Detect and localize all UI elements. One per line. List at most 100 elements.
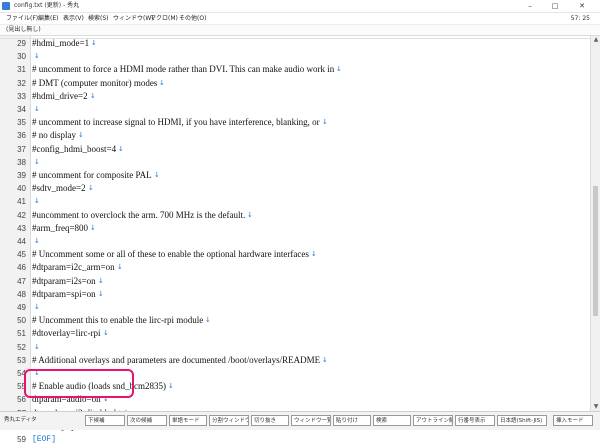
minimize-button[interactable]: –	[520, 0, 540, 12]
newline-icon: ↓	[34, 157, 40, 166]
heading-bar: (見出し無し)	[0, 25, 600, 36]
newline-icon: ↓	[205, 316, 211, 325]
newline-icon: ↓	[322, 118, 328, 127]
editor-line[interactable]: 29 #hdmi_mode=1 ↓	[0, 37, 590, 50]
editor-line[interactable]: 42 #uncomment to overclock the arm. 700 M…	[0, 209, 590, 222]
maximize-button[interactable]: □	[545, 0, 565, 12]
status-encoding[interactable]: 日本語(Shift-JIS)	[497, 415, 547, 426]
line-text: #config_hdmi_boost=4	[32, 143, 117, 154]
line-text: #dtparam=i2c_arm=on	[32, 262, 115, 273]
line-text: #dtoverlay=lirc-rpi	[32, 328, 101, 339]
menu-view[interactable]: 表示(V)	[63, 13, 84, 24]
line-number: 50	[17, 316, 26, 326]
editor-line[interactable]: 53 # Additional overlays and parameters a…	[0, 354, 590, 367]
newline-icon: ↓	[34, 237, 40, 245]
status-prev-candidate[interactable]: 下候補	[85, 415, 125, 426]
editor-line[interactable]: 47 #dtparam=i2s=on ↓	[0, 275, 590, 288]
newline-icon: ↓	[34, 52, 40, 61]
menu-file[interactable]: ファイル(F)	[6, 13, 38, 24]
menu-other[interactable]: その他(O)	[179, 13, 206, 24]
newline-icon: ↓	[88, 184, 94, 193]
status-next-candidate[interactable]: 次の候補	[127, 415, 167, 426]
status-search[interactable]: 検索	[373, 415, 411, 426]
status-line-number[interactable]: 行番号表示	[455, 415, 495, 426]
line-number: 43	[17, 223, 26, 233]
editor-line[interactable]: 44 ↓	[0, 235, 590, 248]
status-word-mode[interactable]: 単語モード	[169, 415, 207, 426]
newline-icon: ↓	[117, 263, 123, 272]
newline-icon: ↓	[168, 382, 174, 391]
editor-line[interactable]: 45 # Uncomment some or all of these to en…	[0, 248, 590, 261]
line-number: 53	[17, 355, 26, 365]
editor-line[interactable]: 40 #sdtv_mode=2 ↓	[0, 182, 590, 195]
line-text: #sdtv_mode=2	[32, 183, 86, 194]
scroll-up-icon[interactable]: ▲	[591, 36, 600, 44]
cursor-position: 57: 25	[570, 15, 590, 22]
line-text: #hdmi_mode=1	[32, 38, 90, 48]
title-bar: config.txt (更新) - 秀丸 – □ ✕	[0, 0, 600, 13]
editor-line[interactable]: 30 ↓	[0, 50, 590, 63]
editor-line[interactable]: 50 # Uncomment this to enable the lirc-rp…	[0, 314, 590, 327]
editor-line[interactable]: 48 #dtparam=spi=on ↓	[0, 288, 590, 301]
line-number: 48	[17, 289, 26, 299]
newline-icon: ↓	[34, 303, 40, 311]
editor-line[interactable]: 38 ↓	[0, 156, 590, 169]
newline-icon: ↓	[91, 39, 97, 47]
line-number: 49	[17, 303, 26, 312]
newline-icon: ↓	[34, 197, 40, 206]
editor-line[interactable]: 52 ↓	[0, 341, 590, 354]
newline-icon: ↓	[154, 171, 160, 179]
heading-label: (見出し無し)	[6, 26, 41, 33]
status-cut[interactable]: 切り抜き	[251, 415, 289, 426]
status-bar: 秀丸エディタ 下候補 次の候補 単語モード 分割ウィンドウ 切り抜き ウィンドウ…	[0, 411, 600, 430]
editor-line[interactable]: 32 # DMT (computer monitor) modes ↓	[0, 77, 590, 90]
status-insert-mode[interactable]: 挿入モード	[553, 415, 593, 426]
window-title: config.txt (更新) - 秀丸	[14, 2, 80, 9]
line-number: 42	[17, 210, 26, 220]
status-paste[interactable]: 貼り付け	[333, 415, 371, 426]
newline-icon: ↓	[34, 105, 40, 113]
editor-line[interactable]: 46 #dtparam=i2c_arm=on ↓	[0, 261, 590, 274]
line-number: 46	[17, 263, 26, 273]
scroll-thumb[interactable]	[593, 186, 598, 316]
newline-icon: ↓	[103, 329, 109, 338]
editor-line[interactable]: 51 #dtoverlay=lirc-rpi ↓	[0, 327, 590, 340]
menu-window[interactable]: ウィンドウ(W)	[113, 13, 154, 24]
newline-icon: ↓	[336, 65, 342, 74]
text-editor[interactable]: 29 #hdmi_mode=1 ↓ 30 ↓ 31 # uncomment to force…	[0, 36, 600, 444]
editor-line[interactable]: 34 ↓	[0, 103, 590, 116]
menu-macro[interactable]: マクロ(M)	[150, 13, 178, 24]
editor-line[interactable]: 49 ↓	[0, 301, 590, 314]
newline-icon: ↓	[322, 355, 328, 364]
menu-edit[interactable]: 編集(E)	[38, 13, 58, 24]
line-number: 31	[17, 65, 26, 75]
close-button[interactable]: ✕	[572, 0, 592, 12]
status-app[interactable]: 秀丸エディタ	[4, 415, 44, 426]
line-number: 38	[17, 157, 26, 167]
menu-search[interactable]: 検索(S)	[88, 13, 109, 24]
editor-line[interactable]: 39 # uncomment for composite PAL ↓	[0, 169, 590, 182]
status-split-window[interactable]: 分割ウィンドウ	[209, 415, 249, 426]
line-number: 55	[17, 382, 26, 392]
editor-line[interactable]: 41 ↓	[0, 195, 590, 208]
line-text: #dtparam=spi=on	[32, 288, 96, 299]
scroll-down-icon[interactable]: ▼	[591, 403, 600, 411]
editor-line[interactable]: 31 # uncomment to force a HDMI mode rathe…	[0, 63, 590, 76]
line-number: 34	[17, 105, 26, 114]
editor-line[interactable]: 59 [EOF]	[0, 433, 590, 446]
line-number: 44	[17, 237, 26, 246]
editor-line[interactable]: 33 #hdmi_drive=2 ↓	[0, 90, 590, 103]
line-number: 45	[17, 250, 26, 260]
editor-line[interactable]: 37 #config_hdmi_boost=4 ↓	[0, 143, 590, 156]
line-number: 56	[17, 395, 26, 405]
line-text: # Additional overlays and parameters are…	[32, 354, 321, 365]
vertical-scrollbar[interactable]: ▲ ▼	[590, 36, 600, 411]
editor-line[interactable]: 36 # no display ↓	[0, 129, 590, 142]
editor-line[interactable]: 35 # uncomment to increase signal to HDMI…	[0, 116, 590, 129]
status-window-list[interactable]: ウィンドウ一覧	[291, 415, 331, 426]
newline-icon: ↓	[98, 276, 104, 285]
newline-icon: ↓	[34, 342, 40, 351]
app-icon	[2, 2, 10, 10]
editor-line[interactable]: 43 #arm_freq=800 ↓	[0, 222, 590, 235]
status-outline[interactable]: アウトライン解析	[413, 415, 453, 426]
